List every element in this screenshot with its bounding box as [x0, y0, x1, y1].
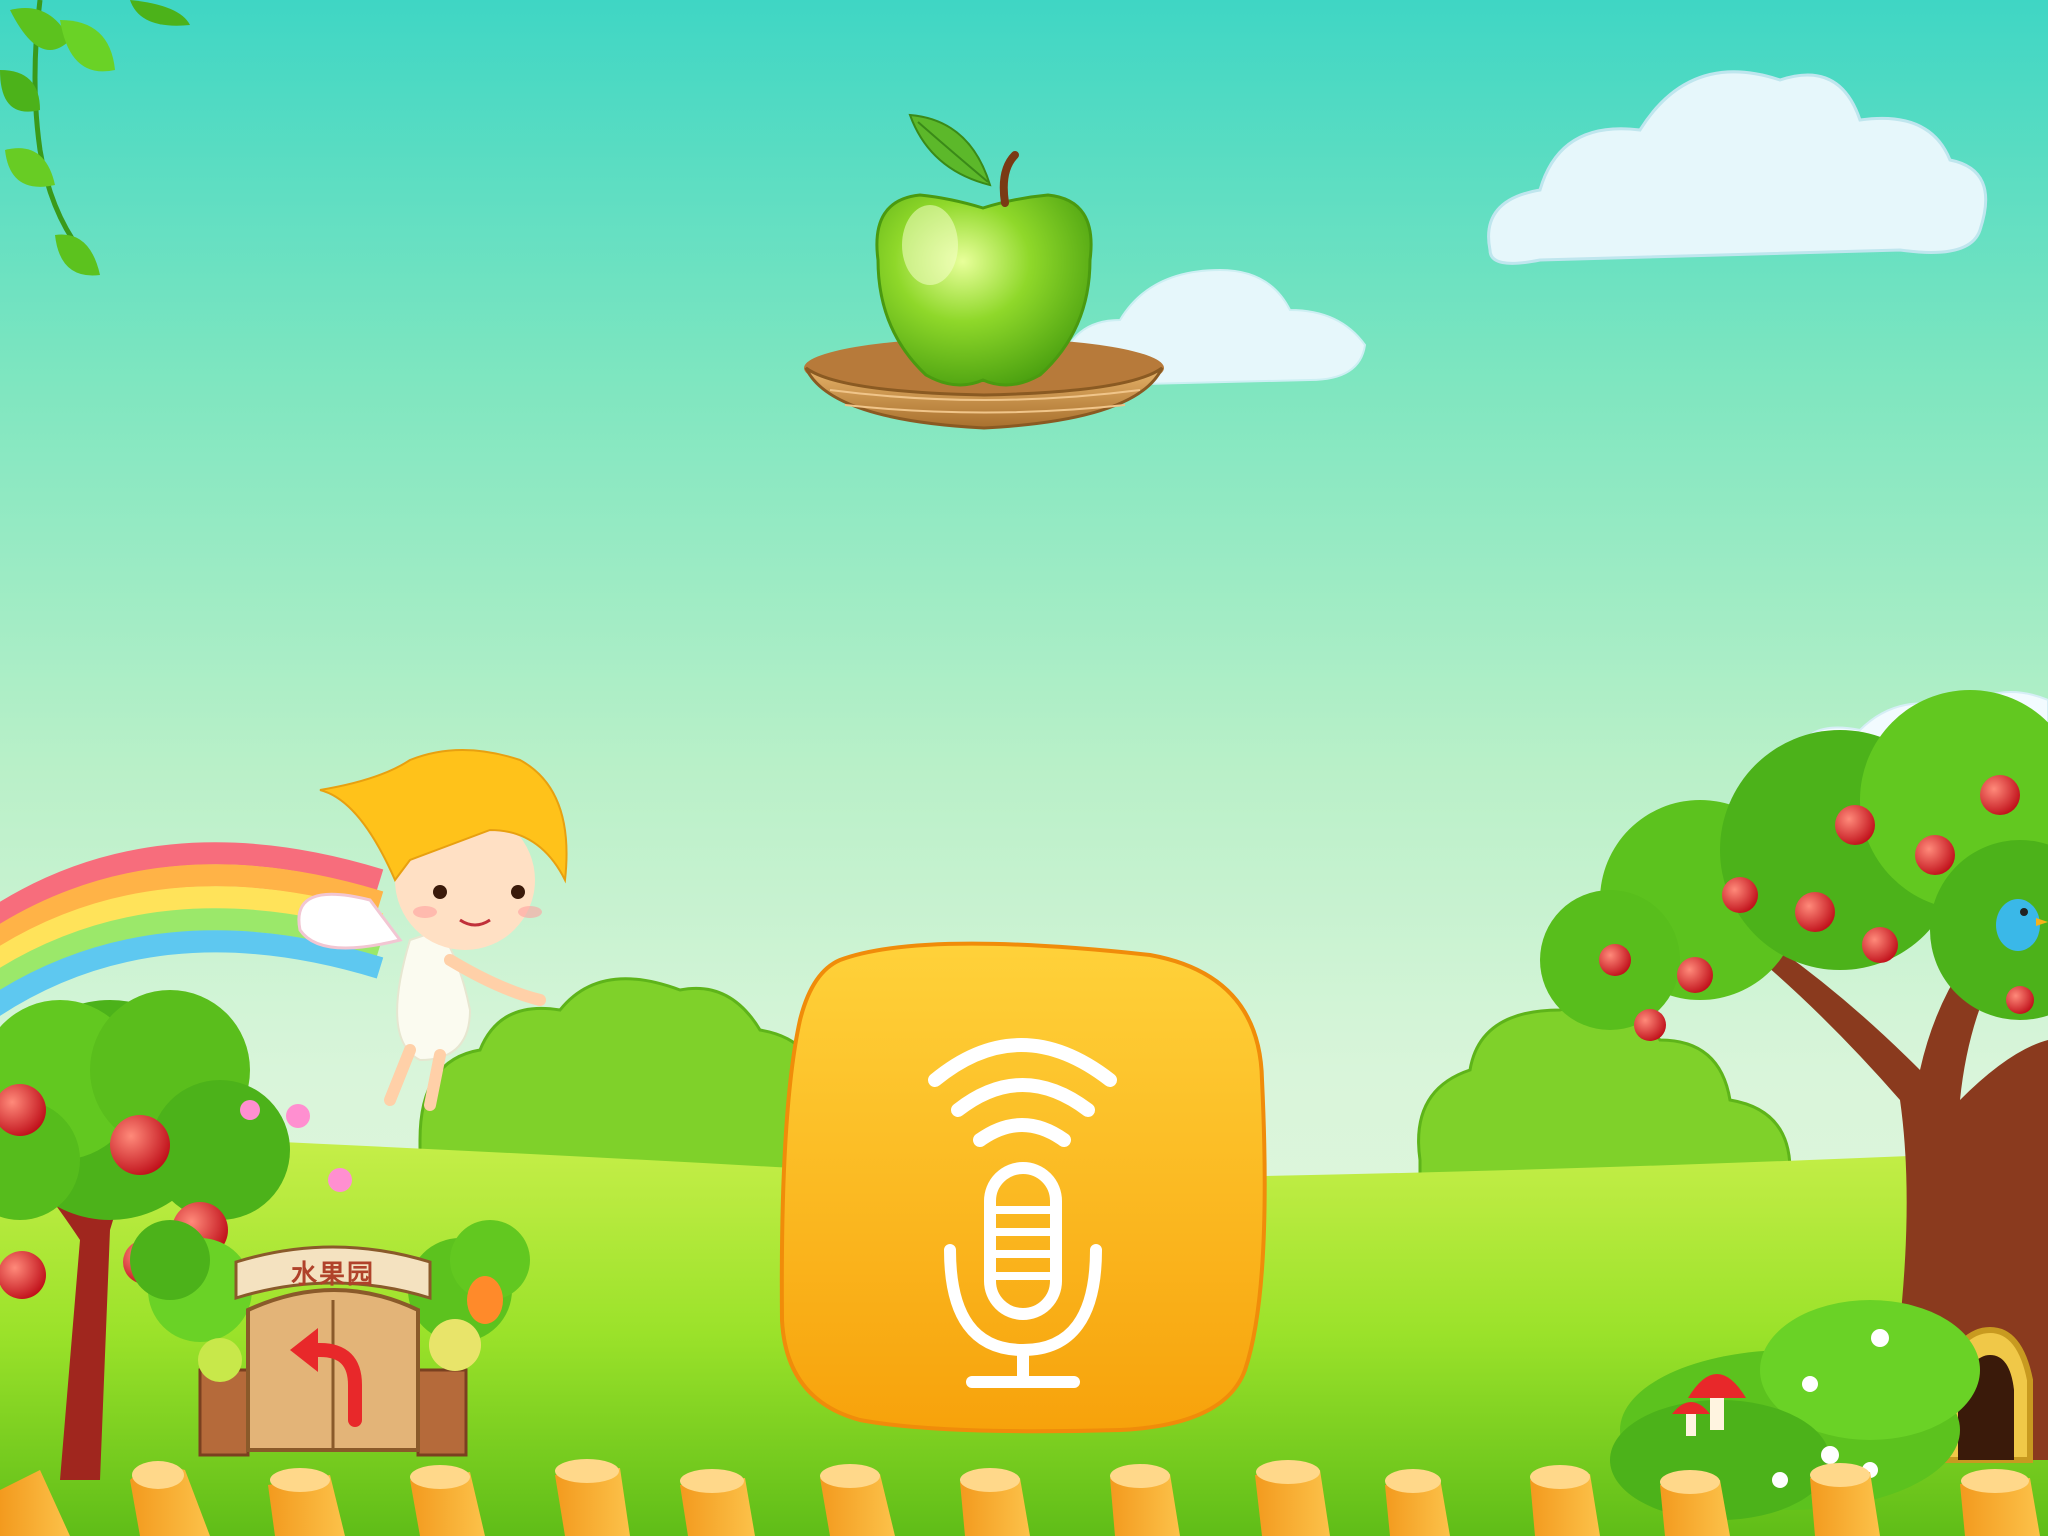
scene-art: [0, 0, 2048, 1536]
vine-decoration: [0, 0, 190, 276]
gate-sign-label: 水果园: [290, 1259, 375, 1290]
cloud-large: [1487, 70, 1988, 265]
mic-button[interactable]: [779, 941, 1267, 1434]
game-scene: 水果园: [0, 0, 2048, 1536]
green-apple-icon: [875, 113, 1093, 387]
